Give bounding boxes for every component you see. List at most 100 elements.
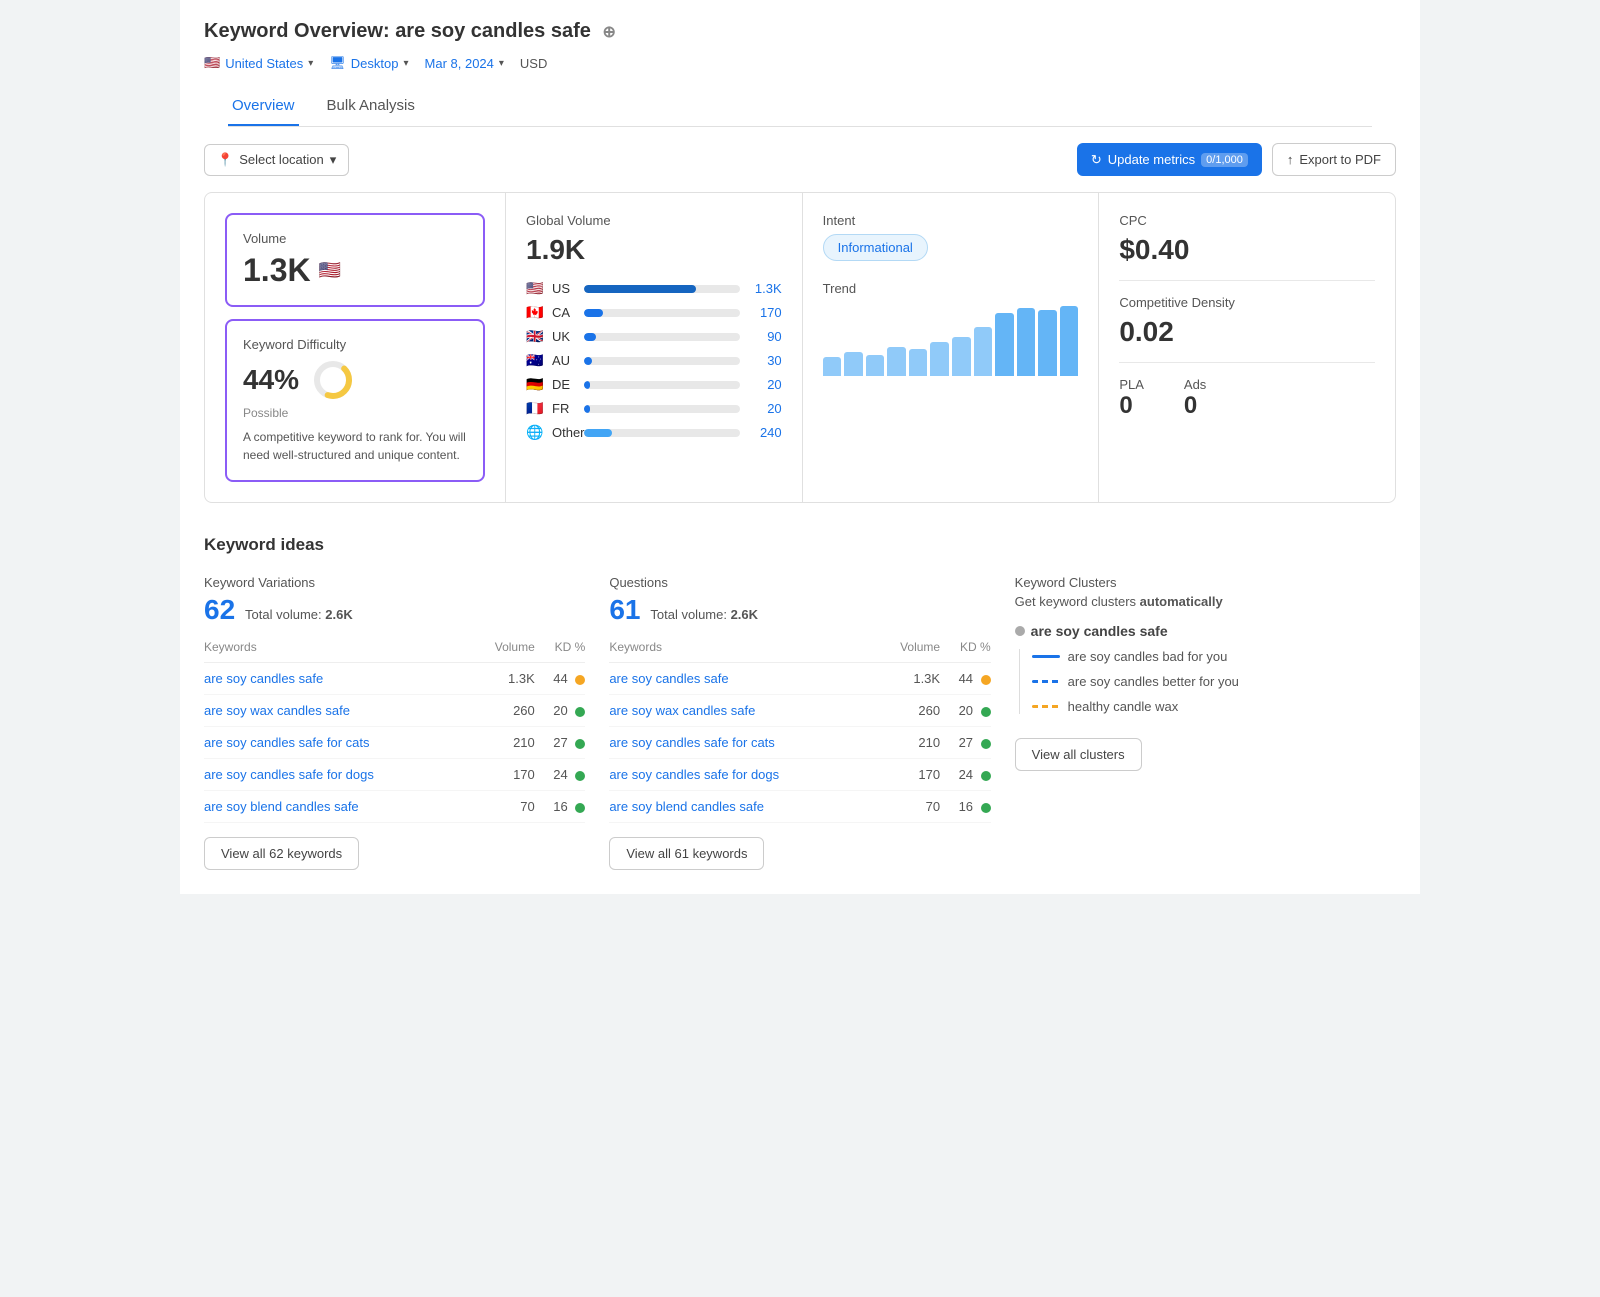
country-value: 1.3K: [746, 281, 782, 296]
cluster-item: are soy candles better for you: [1032, 674, 1396, 689]
keyword-link[interactable]: are soy blend candles safe: [204, 799, 359, 814]
kd-description: A competitive keyword to rank for. You w…: [243, 428, 467, 464]
ads-item: Ads 0: [1184, 377, 1206, 420]
tab-bulk-analysis[interactable]: Bulk Analysis: [323, 87, 419, 126]
country-bar-wrap: [584, 429, 740, 437]
chevron-down-icon: ▾: [403, 58, 408, 69]
cluster-item-label: are soy candles bad for you: [1068, 649, 1228, 664]
toolbar: 📍 Select location ▾ ↻ Update metrics 0/1…: [180, 127, 1420, 192]
chevron-down-icon: ▾: [499, 58, 504, 69]
volume-cell: 70: [877, 791, 940, 823]
add-keyword-button[interactable]: ⊕: [602, 24, 615, 41]
country-bar: [584, 357, 592, 365]
country-value: 20: [746, 401, 782, 416]
clusters-desc: Get keyword clusters: [1015, 594, 1140, 609]
table-row: are soy candles safe for cats 210 27: [609, 727, 990, 759]
country-value: 240: [746, 425, 782, 440]
date-label: Mar 8, 2024: [425, 56, 494, 71]
kd-dot: [575, 771, 585, 781]
variations-volume: 2.6K: [325, 607, 352, 622]
kd-value: 44%: [243, 364, 299, 396]
table-row: are soy candles safe for dogs 170 24: [204, 759, 585, 791]
trend-bar: [974, 327, 993, 376]
ideas-grid: Keyword Variations 62 Total volume: 2.6K…: [204, 575, 1396, 870]
col-keywords-header: Keywords: [204, 640, 472, 663]
keyword-link[interactable]: are soy blend candles safe: [609, 799, 764, 814]
variations-subtitle: Keyword Variations: [204, 575, 585, 590]
variations-table: Keywords Volume KD % are soy candles saf…: [204, 640, 585, 823]
clusters-desc-bold: automatically: [1140, 594, 1223, 609]
country-code: CA: [552, 305, 578, 320]
keyword-link[interactable]: are soy candles safe for dogs: [609, 767, 779, 782]
country-value: 90: [746, 329, 782, 344]
trend-bar: [844, 352, 863, 376]
questions-column: Questions 61 Total volume: 2.6K Keywords…: [609, 575, 990, 870]
q-col-keywords-header: Keywords: [609, 640, 877, 663]
keyword-link[interactable]: are soy candles safe for cats: [609, 735, 774, 750]
clusters-subtitle: Keyword Clusters: [1015, 575, 1396, 590]
cluster-root: are soy candles safe: [1015, 623, 1396, 639]
kd-donut-chart: [311, 358, 355, 402]
cluster-item: healthy candle wax: [1032, 699, 1396, 714]
table-row: are soy candles safe for cats 210 27: [204, 727, 585, 759]
country-flag: 🇦🇺: [526, 352, 546, 369]
date-filter[interactable]: Mar 8, 2024 ▾: [425, 56, 504, 71]
country-filter[interactable]: 🇺🇸 United States ▾: [204, 55, 313, 71]
kd-cell: 44: [535, 663, 586, 695]
update-metrics-button[interactable]: ↻ Update metrics 0/1,000: [1077, 143, 1262, 176]
kd-cell: 20: [940, 695, 991, 727]
keyword-link[interactable]: are soy candles safe for cats: [204, 735, 369, 750]
view-all-clusters-button[interactable]: View all clusters: [1015, 738, 1142, 771]
country-flag: 🇺🇸: [526, 280, 546, 297]
volume-value: 1.3K 🇺🇸: [243, 252, 467, 289]
keyword-link[interactable]: are soy candles safe: [204, 671, 323, 686]
country-code: FR: [552, 401, 578, 416]
select-location-button[interactable]: 📍 Select location ▾: [204, 144, 349, 176]
country-code: Other: [552, 425, 578, 440]
country-row: 🌐 Other 240: [526, 424, 782, 441]
volume-card: Volume 1.3K 🇺🇸: [225, 213, 485, 307]
keyword-link[interactable]: are soy wax candles safe: [609, 703, 755, 718]
trend-bar: [887, 347, 906, 376]
trend-bar: [1060, 306, 1079, 376]
location-label: Select location: [239, 152, 324, 167]
pla-label: PLA: [1119, 377, 1144, 392]
device-filter[interactable]: 🖥 Desktop ▾: [329, 55, 408, 71]
volume-number: 1.3K: [243, 252, 311, 289]
country-code: AU: [552, 353, 578, 368]
volume-cell: 170: [472, 759, 535, 791]
keyword-link[interactable]: are soy candles safe: [609, 671, 728, 686]
volume-flag: 🇺🇸: [319, 260, 341, 281]
country-bar: [584, 309, 603, 317]
pla-value: 0: [1119, 392, 1144, 420]
country-bar-wrap: [584, 309, 740, 317]
cluster-line: [1032, 655, 1060, 658]
trend-bar: [952, 337, 971, 376]
keyword-link[interactable]: are soy candles safe for dogs: [204, 767, 374, 782]
variations-column: Keyword Variations 62 Total volume: 2.6K…: [204, 575, 585, 870]
pla-ads-row: PLA 0 Ads 0: [1119, 377, 1375, 420]
volume-cell: 1.3K: [877, 663, 940, 695]
view-all-questions-button[interactable]: View all 61 keywords: [609, 837, 764, 870]
volume-cell: 260: [472, 695, 535, 727]
kd-dot: [575, 707, 585, 717]
kd-dot: [981, 803, 991, 813]
keyword-link[interactable]: are soy wax candles safe: [204, 703, 350, 718]
country-row: 🇨🇦 CA 170: [526, 304, 782, 321]
volume-cell: 70: [472, 791, 535, 823]
intent-trend-card: Intent Informational Trend: [803, 193, 1099, 502]
country-flag: 🇫🇷: [526, 400, 546, 417]
tab-overview[interactable]: Overview: [228, 87, 299, 126]
questions-table: Keywords Volume KD % are soy candles saf…: [609, 640, 990, 823]
view-all-variations-button[interactable]: View all 62 keywords: [204, 837, 359, 870]
variations-count: 62: [204, 594, 235, 625]
header-filters: 🇺🇸 United States ▾ 🖥 Desktop ▾ Mar 8, 20…: [204, 55, 1396, 71]
kd-cell: 16: [535, 791, 586, 823]
export-pdf-button[interactable]: ↑ Export to PDF: [1272, 143, 1396, 176]
questions-volume: 2.6K: [731, 607, 758, 622]
cpc-label: CPC: [1119, 213, 1375, 228]
country-row: 🇦🇺 AU 30: [526, 352, 782, 369]
kd-dot: [981, 707, 991, 717]
left-metrics-column: Volume 1.3K 🇺🇸 Keyword Difficulty 44%: [205, 193, 505, 502]
country-bar: [584, 285, 696, 293]
